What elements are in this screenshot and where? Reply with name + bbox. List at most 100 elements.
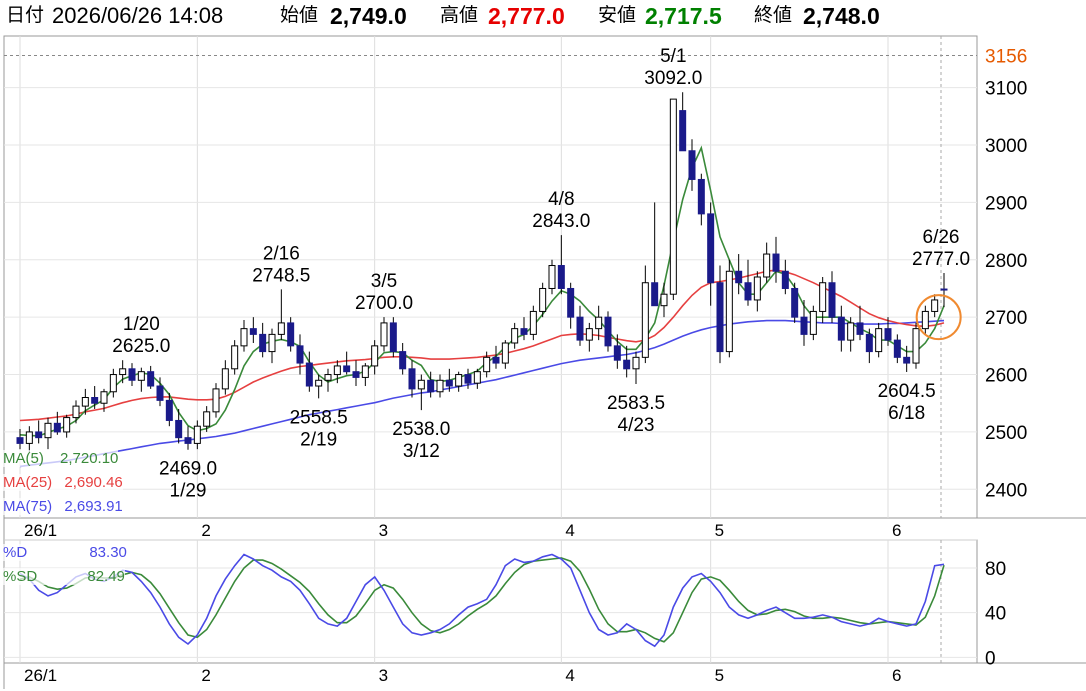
x-tick-label: 5 bbox=[715, 521, 724, 540]
stoch-d-value: 83.30 bbox=[89, 544, 127, 561]
candle-down bbox=[856, 322, 864, 335]
osc-x-tick-label: 6 bbox=[892, 666, 901, 685]
annotation-value: 2469.0 bbox=[159, 459, 217, 480]
candle-down bbox=[305, 362, 313, 387]
candle-up bbox=[44, 422, 52, 439]
candle-down bbox=[128, 368, 136, 381]
candlesticks bbox=[16, 92, 948, 453]
y-tick-label: 3000 bbox=[985, 136, 1027, 157]
candle-up bbox=[72, 405, 80, 419]
candle-down bbox=[744, 282, 752, 301]
candle-up bbox=[669, 98, 677, 295]
annotation-date: 4/8 bbox=[548, 189, 574, 210]
candle-up bbox=[483, 356, 491, 373]
annotation-date: 3/5 bbox=[371, 271, 397, 292]
candle-up bbox=[371, 345, 379, 367]
candle-down bbox=[567, 287, 575, 318]
ma5-legend-value: 2,720.10 bbox=[60, 450, 119, 467]
x-tick-label: 6 bbox=[892, 521, 901, 540]
candle-up bbox=[875, 328, 883, 353]
candle-down bbox=[389, 322, 397, 353]
price-annotations: 1/202625.0 2469.01/29 2/162748.5 2558.52/19… bbox=[112, 46, 970, 501]
candle-up bbox=[548, 265, 556, 289]
candle-up bbox=[725, 270, 733, 353]
candle-up bbox=[315, 379, 323, 387]
candle-down bbox=[165, 399, 173, 421]
candle-down bbox=[623, 359, 631, 370]
osc-y-tick-label: 40 bbox=[985, 604, 1006, 625]
osc-y-tick-label: 80 bbox=[985, 559, 1006, 580]
stock-chart[interactable]: 1/202625.0 2469.01/29 2/162748.5 2558.52/19… bbox=[0, 0, 1086, 691]
osc-x-tick-label: 5 bbox=[715, 666, 724, 685]
candle-down bbox=[800, 316, 808, 335]
candle-up bbox=[25, 431, 33, 444]
candle-down bbox=[679, 110, 687, 152]
candle-up bbox=[109, 374, 117, 393]
current-price-label: 3156 bbox=[985, 47, 1027, 68]
candle-up bbox=[641, 282, 649, 358]
ma75-legend-value: 2,693.91 bbox=[64, 498, 123, 515]
candle-down bbox=[464, 374, 472, 384]
candle-down bbox=[772, 253, 780, 272]
y-tick-label: 2400 bbox=[985, 480, 1027, 501]
annotation-date: 2/16 bbox=[263, 243, 300, 264]
candle-down bbox=[352, 371, 360, 378]
candle-down bbox=[716, 282, 724, 353]
candle-down bbox=[865, 333, 873, 353]
candle-down bbox=[828, 282, 836, 318]
osc-x-tick-label: 26/1 bbox=[24, 666, 57, 685]
candle-down bbox=[557, 265, 565, 289]
osc-x-tick-label: 3 bbox=[379, 666, 388, 685]
candle-up bbox=[539, 287, 547, 312]
ma75-legend: MA(75) 2,693.91 bbox=[3, 498, 123, 515]
stoch-d-label: %D bbox=[3, 544, 28, 561]
candle-up bbox=[361, 365, 369, 378]
annotation-date: 5/1 bbox=[660, 46, 686, 67]
candle-down bbox=[91, 397, 99, 404]
candle-up bbox=[632, 356, 640, 370]
candle-down bbox=[343, 365, 351, 373]
y-tick-label: 3100 bbox=[985, 79, 1027, 100]
candle-down bbox=[35, 431, 43, 439]
annotation-date: 1/20 bbox=[123, 314, 160, 335]
annotation-value: 2625.0 bbox=[112, 336, 170, 357]
candle-up bbox=[921, 310, 929, 330]
annotation-value: 2843.0 bbox=[532, 211, 590, 232]
candle-up bbox=[912, 328, 920, 364]
candle-down bbox=[735, 270, 743, 284]
annotation-date: 6/18 bbox=[888, 403, 925, 424]
candle-up bbox=[595, 316, 603, 330]
candle-down bbox=[520, 328, 528, 335]
osc-x-tick-label: 2 bbox=[201, 666, 210, 685]
candle-down bbox=[884, 328, 892, 341]
candle-up bbox=[333, 365, 341, 376]
candle-down bbox=[175, 419, 183, 439]
candle-up bbox=[819, 282, 827, 312]
candle-down bbox=[249, 328, 257, 335]
annotation-value: 2558.5 bbox=[290, 407, 348, 428]
chart-frame bbox=[3, 35, 1086, 689]
candle-down bbox=[837, 316, 845, 341]
candle-up bbox=[240, 328, 248, 347]
candle-up bbox=[380, 322, 388, 347]
candle-up bbox=[81, 397, 89, 407]
stoch-sd-legend: %SD 82.49 bbox=[3, 568, 125, 585]
candle-up bbox=[193, 425, 201, 444]
annotation-value: 2700.0 bbox=[355, 293, 413, 314]
annotation-date: 3/12 bbox=[403, 441, 440, 462]
candle-up bbox=[847, 322, 855, 341]
ma25-legend-value: 2,690.46 bbox=[64, 474, 123, 491]
candle-down bbox=[613, 345, 621, 361]
candle-down bbox=[791, 287, 799, 318]
date-x-axis: 26/1 26/1 2 2 3 3 4 4 5 5 6 6 bbox=[24, 521, 901, 685]
candle-up bbox=[473, 371, 481, 384]
candle-up bbox=[585, 328, 593, 341]
candle-down bbox=[651, 282, 659, 307]
x-tick-label: 4 bbox=[565, 521, 574, 540]
candle-up bbox=[417, 379, 425, 390]
ma75-legend-label: MA(75) bbox=[3, 498, 53, 515]
candle-down bbox=[427, 379, 435, 393]
candle-up bbox=[63, 417, 71, 433]
candle-up bbox=[511, 328, 519, 344]
ma5-legend: MA(5) 2,720.10 bbox=[3, 450, 119, 467]
